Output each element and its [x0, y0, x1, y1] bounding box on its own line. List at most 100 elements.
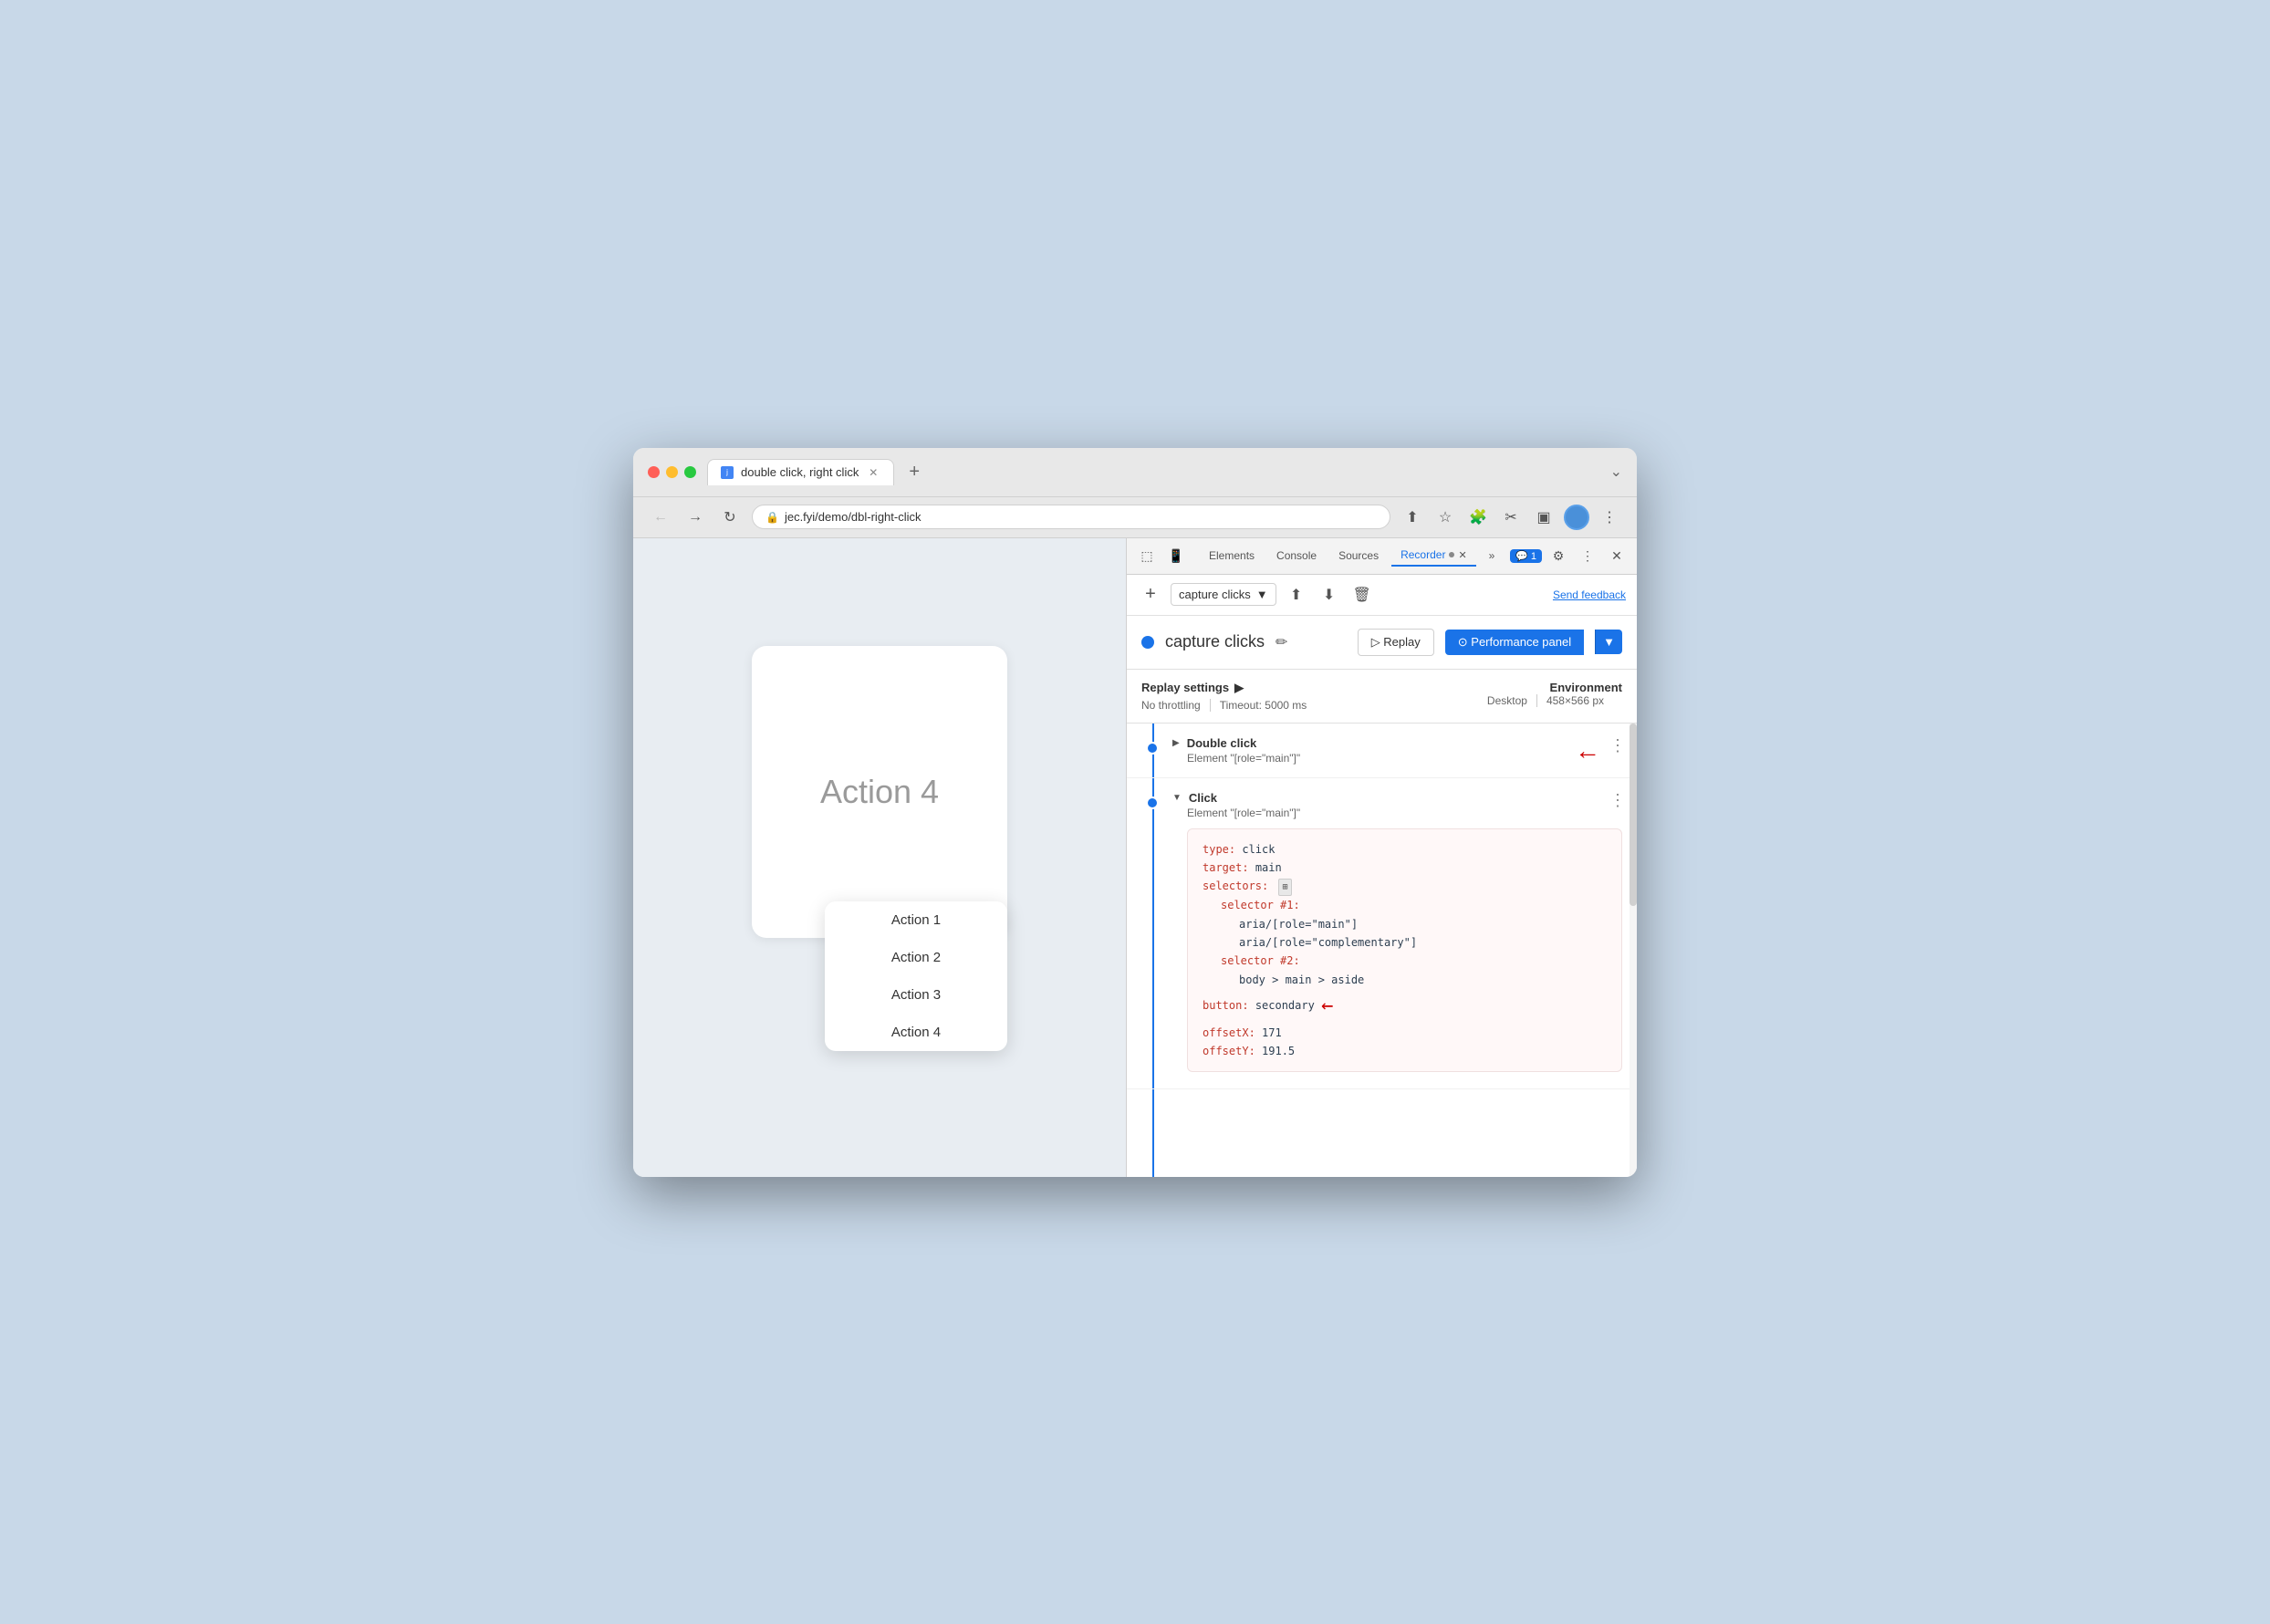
import-button[interactable]: ⬇ — [1317, 582, 1342, 608]
forward-button[interactable]: → — [682, 505, 708, 530]
code-offsetY-line: offsetY: 191.5 — [1203, 1042, 1607, 1060]
replay-button[interactable]: ▷ Replay — [1358, 629, 1434, 656]
edit-title-icon[interactable]: ✏ — [1276, 633, 1287, 651]
step-1-header[interactable]: ▶ Double click — [1172, 736, 1622, 750]
step-1-title: Double click — [1187, 736, 1257, 750]
no-throttling-label: No throttling — [1141, 699, 1211, 712]
devtools-tabs-right: 💬 1 ⚙ ⋮ ✕ — [1510, 543, 1630, 568]
code-target-line: target: main — [1203, 859, 1607, 877]
comment-badge[interactable]: 💬 1 — [1510, 549, 1542, 563]
step-2-header[interactable]: ▼ Click — [1172, 791, 1622, 805]
eyedropper-icon[interactable]: ✂ — [1498, 505, 1524, 530]
main-card[interactable]: Action 4 — [752, 646, 1007, 938]
back-button[interactable]: ← — [648, 505, 673, 530]
code-selector1-key: selector #1: — [1221, 899, 1300, 911]
inspect-element-icon[interactable]: ⬚ — [1134, 543, 1160, 568]
selector-icon: ⊞ — [1278, 879, 1291, 896]
code-button-key: button: — [1203, 999, 1249, 1012]
profile-avatar[interactable] — [1564, 505, 1589, 530]
tab-more[interactable]: » — [1480, 546, 1505, 566]
code-aria-complementary: aria/[role="complementary"] — [1239, 936, 1417, 949]
export-button[interactable]: ⬆ — [1284, 582, 1309, 608]
devtools-tabs: ⬚ 📱 Elements Console Sources Recorder ✕ … — [1127, 538, 1637, 575]
step-2-dot — [1146, 796, 1159, 809]
menu-item-4[interactable]: Action 4 — [825, 1014, 1007, 1051]
step-1-expand-icon[interactable]: ▶ — [1172, 738, 1180, 748]
sidebar-icon[interactable]: ▣ — [1531, 505, 1557, 530]
device-toolbar-icon[interactable]: 📱 — [1163, 543, 1189, 568]
tab-elements[interactable]: Elements — [1200, 546, 1264, 566]
devtools-panel: ⬚ 📱 Elements Console Sources Recorder ✕ … — [1126, 538, 1637, 1177]
code-aria-main-line: aria/[role="main"] — [1221, 915, 1607, 933]
context-menu: Action 1 Action 2 Action 3 Action 4 — [825, 901, 1007, 1051]
devtools-more-icon[interactable]: ⋮ — [1575, 543, 1600, 568]
code-aria-main: aria/[role="main"] — [1239, 918, 1358, 931]
expand-icon: ▶ — [1234, 681, 1244, 695]
dropdown-arrow-icon: ▼ — [1256, 588, 1268, 601]
tab-recorder[interactable]: Recorder ✕ — [1391, 545, 1476, 567]
step-2-menu-icon[interactable]: ⋮ — [1609, 791, 1626, 810]
scrollbar-thumb[interactable] — [1630, 724, 1637, 906]
devtools-close-icon[interactable]: ✕ — [1604, 543, 1630, 568]
code-block: type: click target: main selectors: ⊞ — [1187, 828, 1622, 1073]
address-bar: ← → ↻ 🔒 jec.fyi/demo/dbl-right-click ⬆ ☆… — [633, 497, 1637, 538]
settings-left: Replay settings ▶ No throttling Timeout:… — [1141, 681, 1325, 712]
new-tab-button[interactable]: + — [901, 462, 927, 483]
delete-button[interactable]: 🗑 — [1349, 582, 1375, 608]
step-1-menu-icon[interactable]: ⋮ — [1609, 736, 1626, 755]
code-offsetY-key: offsetY: — [1203, 1045, 1255, 1057]
browser-window: j double click, right click ✕ + ⌄ ← → ↻ … — [633, 448, 1637, 1177]
minimize-button[interactable] — [666, 466, 678, 478]
lock-icon: 🔒 — [765, 511, 779, 524]
recorder-active-dot — [1449, 552, 1454, 557]
share-icon[interactable]: ⬆ — [1400, 505, 1425, 530]
step-click: ▼ Click Element "[role="main"]" type: cl… — [1127, 778, 1637, 1090]
code-selectors-key: selectors: — [1203, 880, 1268, 892]
url-bar[interactable]: 🔒 jec.fyi/demo/dbl-right-click — [752, 505, 1390, 529]
code-selectors-line: selectors: ⊞ — [1203, 877, 1607, 896]
recording-select-label: capture clicks — [1179, 588, 1251, 601]
tab-close-button[interactable]: ✕ — [866, 465, 880, 480]
menu-item-3[interactable]: Action 3 — [825, 976, 1007, 1014]
menu-item-1[interactable]: Action 1 — [825, 901, 1007, 939]
code-selector1-line: selector #1: — [1221, 896, 1607, 914]
tab-recorder-close[interactable]: ✕ — [1458, 549, 1466, 561]
steps-area: ▶ Double click Element "[role="main"]" ←… — [1127, 724, 1637, 1177]
step-2-expand-icon[interactable]: ▼ — [1172, 793, 1182, 803]
code-selector2-key: selector #2: — [1221, 954, 1300, 967]
extension-icon[interactable]: 🧩 — [1465, 505, 1491, 530]
recording-select[interactable]: capture clicks ▼ — [1171, 583, 1276, 606]
devtools-tab-icons: ⬚ 📱 — [1134, 543, 1189, 568]
env-values: Desktop 458×566 px — [1487, 694, 1622, 707]
desktop-label: Desktop — [1487, 694, 1537, 707]
tab-title: double click, right click — [741, 465, 859, 479]
environment-title: Environment — [1487, 681, 1622, 694]
add-recording-button[interactable]: + — [1138, 582, 1163, 608]
send-feedback-link[interactable]: Send feedback — [1553, 588, 1626, 601]
replay-settings-toggle[interactable]: Replay settings ▶ — [1141, 681, 1325, 695]
scrollbar[interactable] — [1630, 724, 1637, 1177]
step-2-subtitle: Element "[role="main"]" — [1172, 807, 1622, 819]
step-1-arrow: ← — [1575, 736, 1600, 765]
code-target-key: target: — [1203, 861, 1249, 874]
maximize-button[interactable] — [684, 466, 696, 478]
window-more-icon[interactable]: ⌄ — [1610, 463, 1622, 481]
code-body-selector-line: body > main > aside — [1221, 971, 1607, 989]
performance-panel-dropdown-button[interactable]: ▼ — [1595, 630, 1622, 654]
code-target-val: main — [1255, 861, 1282, 874]
tab-sources[interactable]: Sources — [1329, 546, 1388, 566]
url-text: jec.fyi/demo/dbl-right-click — [785, 510, 1377, 524]
browser-tab[interactable]: j double click, right click ✕ — [707, 459, 894, 485]
bookmark-icon[interactable]: ☆ — [1432, 505, 1458, 530]
reload-button[interactable]: ↻ — [717, 505, 743, 530]
settings-icon[interactable]: ⚙ — [1546, 543, 1571, 568]
performance-panel-button[interactable]: ⊙ Performance panel — [1445, 630, 1584, 655]
close-button[interactable] — [648, 466, 660, 478]
tabs-area: j double click, right click ✕ + — [707, 459, 1599, 485]
more-menu-icon[interactable]: ⋮ — [1597, 505, 1622, 530]
content-area: Action 4 Action 1 Action 2 Action 3 Acti… — [633, 538, 1637, 1177]
code-button-line: button: secondary ← — [1203, 989, 1607, 1023]
traffic-lights — [648, 466, 696, 478]
tab-console[interactable]: Console — [1267, 546, 1326, 566]
menu-item-2[interactable]: Action 2 — [825, 939, 1007, 976]
